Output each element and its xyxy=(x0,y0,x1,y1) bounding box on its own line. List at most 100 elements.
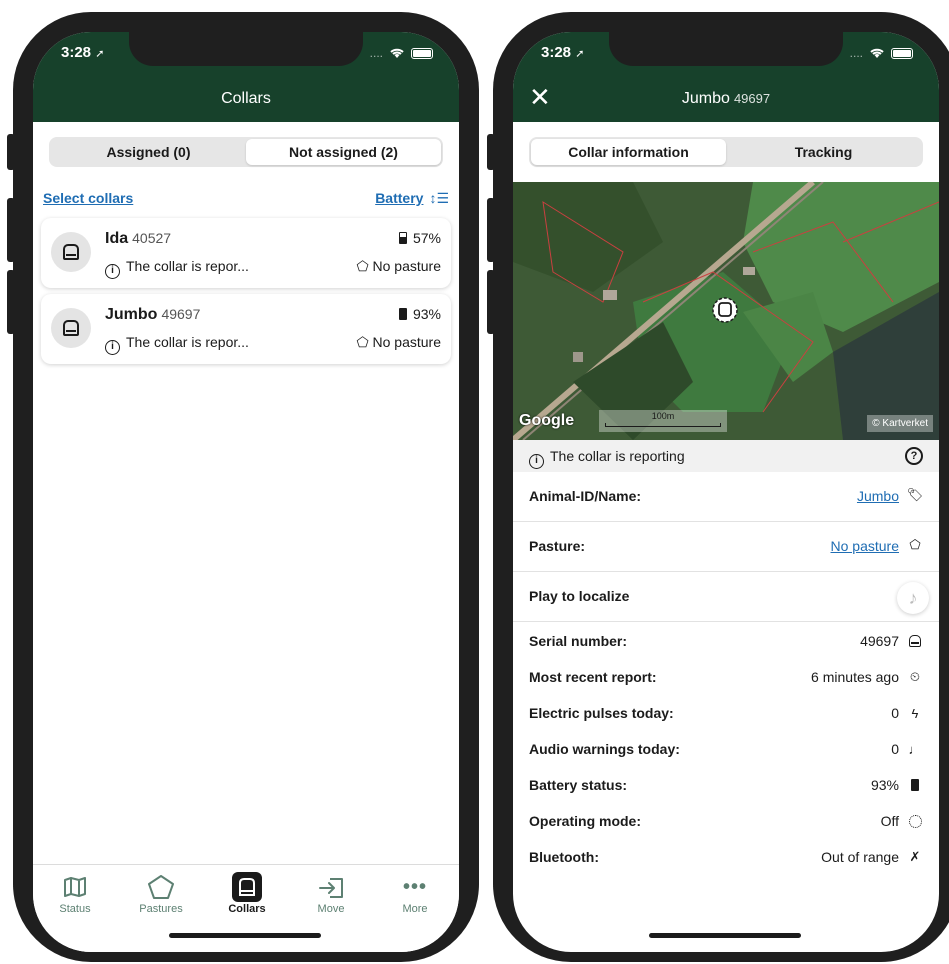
list-header: Select collars Battery ↕☰ xyxy=(43,190,449,210)
pentagon-icon xyxy=(148,875,174,899)
page-title: Jumbo 49697 xyxy=(681,90,771,107)
play-sound-button[interactable]: ♪ xyxy=(897,582,929,614)
scale-bar xyxy=(605,423,721,427)
row-label: Battery status: xyxy=(529,777,628,793)
notch xyxy=(609,32,843,66)
detail-row: Audio warnings today: 0 ♩ xyxy=(513,732,939,768)
tab-label: Move xyxy=(317,903,345,915)
pentagon-icon: ⬠ xyxy=(356,258,369,274)
tab-tracking[interactable]: Tracking xyxy=(726,139,921,165)
nav-header: 3:28 ➚ .... ✕ Jumbo 49697 xyxy=(513,32,939,122)
phone-right: 3:28 ➚ .... ✕ Jumbo 49697 Collar informat… xyxy=(493,12,949,962)
collar-pasture: ⬠ No pasture xyxy=(356,334,441,350)
row-label: Play to localize xyxy=(529,588,630,604)
row-label: Bluetooth: xyxy=(529,849,599,865)
row-label: Audio warnings today: xyxy=(529,741,680,757)
row-label: Operating mode: xyxy=(529,813,642,829)
notch xyxy=(129,32,363,66)
avatar xyxy=(51,308,91,348)
detail-row: Battery status: 93% xyxy=(513,768,939,804)
collar-detail-screen: 3:28 ➚ .... ✕ Jumbo 49697 Collar informat… xyxy=(513,32,939,952)
tab-assigned[interactable]: Assigned (0) xyxy=(51,139,246,165)
row-value: 49697 xyxy=(860,633,899,649)
row-label: Electric pulses today: xyxy=(529,705,674,721)
map-icon xyxy=(64,877,86,897)
phone-left: 3:28 ➚ .... Collars Assigned (0) Not ass… xyxy=(13,12,479,962)
row-value: 0 xyxy=(891,705,899,721)
info-icon: i xyxy=(105,340,120,355)
sort-control[interactable]: Battery ↕☰ xyxy=(375,190,449,210)
status-time: 3:28 ➚ xyxy=(541,44,585,61)
detail-row: Operating mode: Off xyxy=(513,804,939,840)
status-battery-icon xyxy=(411,47,433,59)
battery-icon xyxy=(907,777,923,793)
help-icon[interactable]: ? xyxy=(905,447,923,465)
tab-label: Collars xyxy=(228,903,266,915)
info-icon: i xyxy=(105,264,120,279)
music-note-icon: ♪ xyxy=(908,587,918,608)
detail-row: Serial number: 49697 xyxy=(513,624,939,660)
nav-header: 3:28 ➚ .... Collars xyxy=(33,32,459,122)
battery-icon xyxy=(398,232,407,244)
tab-more[interactable]: ••• More xyxy=(385,871,445,916)
detail-row: Bluetooth: Out of range ✗ xyxy=(513,840,939,876)
map-imagery xyxy=(513,182,939,440)
satellite-map[interactable]: Google 100m © Kartverket xyxy=(513,182,939,440)
tag-icon: 🏷 xyxy=(906,487,924,502)
location-arrow-icon: ➚ xyxy=(575,48,585,60)
music-note-icon: ♩ xyxy=(908,741,922,757)
home-indicator xyxy=(169,933,321,938)
row-value: 93% xyxy=(870,777,899,793)
status-battery-icon xyxy=(891,47,913,59)
row-value: Out of range xyxy=(821,849,899,865)
tab-pastures[interactable]: Pastures xyxy=(131,871,191,915)
avatar xyxy=(51,232,91,272)
collar-icon xyxy=(63,244,79,260)
tab-status[interactable]: Status xyxy=(45,871,105,915)
sort-label[interactable]: Battery xyxy=(375,190,423,206)
pasture-row: Pasture: No pasture ⬠ xyxy=(513,522,939,572)
scale-label: 100m xyxy=(651,411,675,421)
signal-icon: .... xyxy=(849,46,863,60)
collar-name: Jumbo 49697 xyxy=(105,306,201,323)
tab-move[interactable]: Move xyxy=(301,871,361,915)
collar-battery: 57% xyxy=(398,230,441,246)
more-icon: ••• xyxy=(402,875,427,898)
tab-collar-information[interactable]: Collar information xyxy=(531,139,726,165)
tab-collars[interactable]: Collars xyxy=(217,871,277,915)
status-time: 3:28 ➚ xyxy=(61,44,105,61)
collar-name: Ida 40527 xyxy=(105,230,172,247)
status-indicators: .... xyxy=(850,46,913,60)
status-indicators: .... xyxy=(370,46,433,60)
detail-row: Electric pulses today: 0 ϟ xyxy=(513,696,939,732)
collar-icon xyxy=(907,633,923,649)
wifi-icon xyxy=(390,48,404,58)
row-label: Most recent report: xyxy=(529,669,657,685)
bottom-tab-bar: Status Pastures Collars Move ••• More xyxy=(33,864,459,952)
pentagon-icon: ⬠ xyxy=(909,537,921,552)
map-copyright: © Kartverket xyxy=(867,415,933,432)
pasture-link[interactable]: No pasture xyxy=(831,538,899,554)
wifi-icon xyxy=(870,48,884,58)
tab-not-assigned[interactable]: Not assigned (2) xyxy=(246,139,441,165)
location-arrow-icon: ➚ xyxy=(95,48,105,60)
reporting-status-bar: i The collar is reporting ? xyxy=(513,440,939,472)
collar-card-jumbo[interactable]: Jumbo 49697 i The collar is repor... 93% ⬠… xyxy=(41,294,451,364)
clock-icon: ⏲ xyxy=(909,669,921,684)
collar-icon xyxy=(63,320,79,336)
sort-icon[interactable]: ↕☰ xyxy=(429,190,449,206)
tab-label: More xyxy=(402,903,428,915)
collar-pasture: ⬠ No pasture xyxy=(356,258,441,274)
pentagon-icon: ⬠ xyxy=(356,334,369,350)
row-value: 0 xyxy=(891,741,899,757)
collar-status: i The collar is repor... xyxy=(105,334,249,355)
detail-tabs: Collar information Tracking xyxy=(529,137,923,167)
select-collars-link[interactable]: Select collars xyxy=(43,190,133,210)
tab-label: Status xyxy=(59,903,91,915)
animal-link[interactable]: Jumbo xyxy=(857,488,899,504)
collar-card-ida[interactable]: Ida 40527 i The collar is repor... 57% ⬠ N… xyxy=(41,218,451,288)
row-label: Serial number: xyxy=(529,633,628,649)
row-label: Pasture: xyxy=(529,538,586,554)
tab-label: Pastures xyxy=(139,903,183,915)
row-value: 6 minutes ago xyxy=(811,669,899,685)
